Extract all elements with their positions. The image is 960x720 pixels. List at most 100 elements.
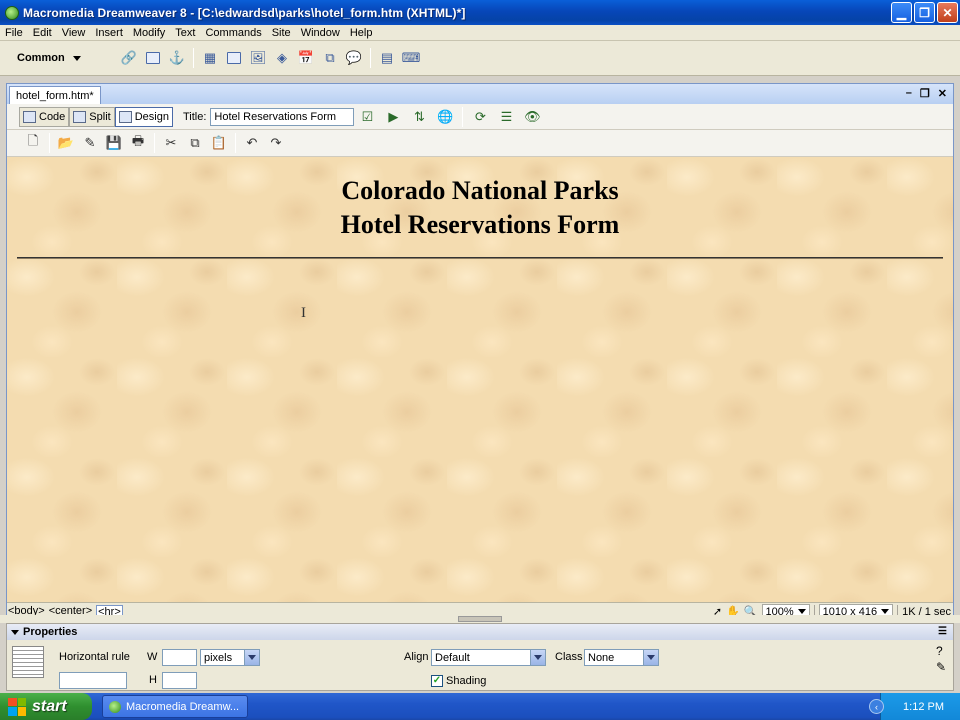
copy-icon[interactable]: ⧉ [185, 133, 205, 153]
align-label: Align [404, 651, 429, 663]
split-view-label: Split [89, 110, 111, 123]
insert-category-dropdown[interactable]: Common [17, 52, 117, 64]
page-heading[interactable]: Colorado National Parks Hotel Reservatio… [7, 174, 953, 242]
doc-minimize-icon[interactable]: – [906, 87, 912, 100]
email-link-icon[interactable] [143, 48, 163, 68]
window-controls: ▁ ❐ ✕ [891, 2, 958, 23]
visual-aids-icon[interactable]: 👁 [521, 108, 543, 126]
splitter-grip[interactable] [458, 616, 502, 622]
panel-options-icon[interactable]: ☰ [938, 626, 947, 637]
chevron-down-icon [643, 650, 658, 665]
menu-help[interactable]: Help [345, 25, 378, 41]
windows-flag-icon [8, 697, 26, 716]
design-view-icon [118, 110, 132, 123]
maximize-button[interactable]: ❐ [914, 2, 935, 23]
panel-splitter[interactable] [0, 615, 960, 623]
help-icon[interactable]: ? [936, 644, 943, 658]
doc-restore-icon[interactable]: ❐ [920, 87, 930, 100]
quick-tag-editor-icon[interactable]: ✎ [936, 660, 946, 674]
open-icon[interactable]: 📂 [56, 133, 76, 153]
standard-toolbar: 🗋 📂 ✎ 💾 🖶 ✂ ⧉ 📋 ↶ ↷ [7, 130, 953, 157]
document-tab[interactable]: hotel_form.htm* [9, 86, 101, 104]
toolbar-separator [49, 133, 50, 153]
date-icon[interactable]: 📅 [296, 48, 316, 68]
document-toolbar: Code Split Design Title: ☑ ▶ ⇅ 🌐 ⟳ ☰ 👁 [7, 104, 953, 130]
check-browser-icon[interactable]: ☑ [356, 108, 378, 126]
new-document-icon[interactable]: 🗋 [23, 133, 43, 153]
paste-icon[interactable]: 📋 [209, 133, 229, 153]
shading-checkbox[interactable]: ✓ [431, 675, 443, 687]
insert-category-label: Common [17, 52, 65, 64]
doc-close-icon[interactable]: ✕ [938, 87, 947, 100]
align-select[interactable]: Default [431, 649, 546, 666]
design-view-button[interactable]: Design [114, 106, 173, 127]
menu-file[interactable]: File [0, 25, 28, 41]
undo-icon[interactable]: ↶ [242, 133, 262, 153]
units-select[interactable]: pixels [200, 649, 260, 666]
menu-insert[interactable]: Insert [90, 25, 128, 41]
view-options-icon[interactable]: ☰ [495, 108, 517, 126]
window-title: Macromedia Dreamweaver 8 - [C:\edwardsd\… [23, 5, 466, 20]
menu-text[interactable]: Text [170, 25, 200, 41]
page-title-input[interactable] [210, 107, 355, 126]
toolbar-separator [370, 48, 371, 68]
width-input[interactable] [162, 649, 197, 666]
chevron-down-icon [797, 609, 806, 614]
properties-header[interactable]: Properties ☰ [7, 624, 953, 640]
dreamweaver-app-icon [109, 700, 121, 713]
text-cursor-icon: I [301, 305, 306, 321]
image-icon[interactable]: 🖼 [248, 48, 268, 68]
chevron-down-icon [881, 609, 890, 614]
hyperlink-icon[interactable]: 🔗 [119, 48, 139, 68]
browse-in-bridge-icon[interactable]: ✎ [80, 133, 100, 153]
menu-modify[interactable]: Modify [128, 25, 170, 41]
validate-icon[interactable]: ▶ [382, 108, 404, 126]
hr-name-input[interactable] [59, 672, 127, 689]
collapse-triangle-icon[interactable] [11, 629, 19, 635]
print-code-icon[interactable]: 🖶 [128, 133, 148, 153]
properties-panel: Properties ☰ Horizontal rule W H pixels … [6, 623, 954, 691]
templates-icon[interactable]: ▤ [377, 48, 397, 68]
taskbar-item-dreamweaver[interactable]: Macromedia Dreamw... [102, 695, 248, 718]
code-view-button[interactable]: Code [19, 106, 70, 127]
server-side-include-icon[interactable]: ⧉ [320, 48, 340, 68]
page-title-label: Title: [182, 110, 207, 123]
split-view-button[interactable]: Split [69, 106, 115, 127]
class-value: None [588, 651, 615, 664]
menu-view[interactable]: View [57, 25, 91, 41]
code-view-label: Code [39, 110, 66, 123]
menu-edit[interactable]: Edit [28, 25, 57, 41]
table-icon[interactable]: ▦ [200, 48, 220, 68]
document-window: hotel_form.htm* – ❐ ✕ Code Split Design … [6, 83, 954, 621]
heading-line-2: Hotel Reservations Form [340, 210, 620, 239]
redo-icon[interactable]: ↷ [266, 133, 286, 153]
code-view-icon [23, 110, 36, 123]
taskbar-item-label: Macromedia Dreamw... [126, 700, 240, 713]
tag-chooser-icon[interactable]: ⌨ [401, 48, 421, 68]
close-button[interactable]: ✕ [937, 2, 958, 23]
horizontal-rule[interactable] [17, 257, 943, 259]
chevron-down-icon [72, 55, 81, 61]
file-management-icon[interactable]: ⇅ [408, 108, 430, 126]
menu-site[interactable]: Site [267, 25, 296, 41]
refresh-icon[interactable]: ⟳ [469, 108, 491, 126]
save-all-icon[interactable]: 💾 [104, 133, 124, 153]
design-canvas[interactable]: Colorado National Parks Hotel Reservatio… [7, 157, 953, 602]
units-value: pixels [204, 651, 233, 664]
height-input[interactable] [162, 672, 197, 689]
menu-window[interactable]: Window [296, 25, 345, 41]
cut-icon[interactable]: ✂ [161, 133, 181, 153]
menu-commands[interactable]: Commands [200, 25, 266, 41]
preview-in-browser-icon[interactable]: 🌐 [434, 108, 456, 126]
comment-icon[interactable]: 💬 [344, 48, 364, 68]
minimize-button[interactable]: ▁ [891, 2, 912, 23]
layer-icon[interactable] [224, 48, 244, 68]
properties-title: Properties [23, 626, 78, 638]
media-icon[interactable]: ◈ [272, 48, 292, 68]
heading-line-1: Colorado National Parks [341, 176, 619, 205]
start-button[interactable]: start [0, 693, 92, 720]
tray-expand-icon[interactable]: ‹ [869, 699, 884, 714]
named-anchor-icon[interactable]: ⚓ [167, 48, 187, 68]
class-select[interactable]: None [584, 649, 659, 666]
title-bar: Macromedia Dreamweaver 8 - [C:\edwardsd\… [0, 0, 960, 25]
